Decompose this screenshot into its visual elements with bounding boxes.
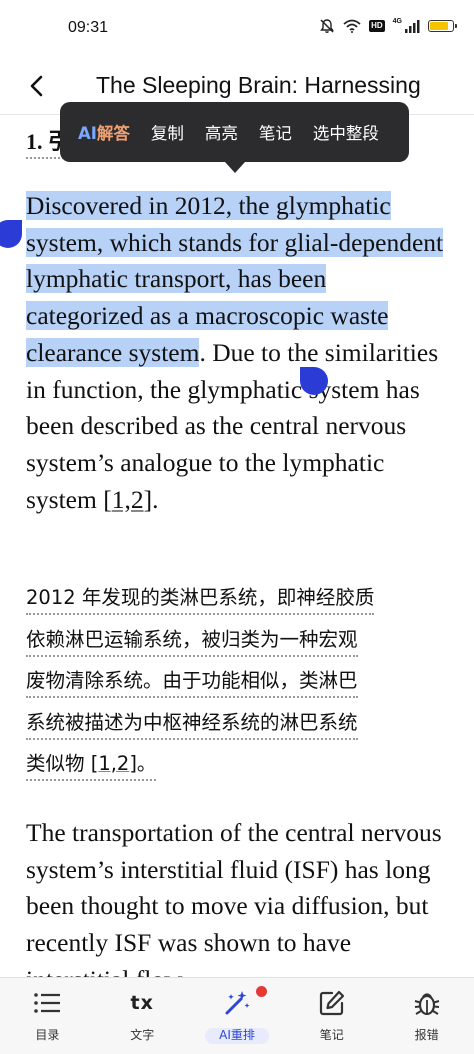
status-time: 09:31 [68,19,109,36]
tab-label: 报错 [414,1028,439,1042]
translation-text-end: ]。 [129,752,157,775]
citation-link[interactable]: 1,2 [98,752,129,775]
english-paragraph-1[interactable]: Discovered in 2012, the glymphatic syste… [26,188,450,518]
translation-line: 类似物 [1,2]。 [26,749,157,781]
mute-icon [320,19,334,33]
translation-line: 2012 年发现的类淋巴系统，即神经胶质 [26,583,375,615]
page-title: The Sleeping Brain: Harnessing [96,72,421,98]
tab-label: 文字 [130,1028,155,1042]
citation-link[interactable]: 1,2 [112,485,144,514]
magic-wand-icon [222,988,252,1018]
back-chevron-icon[interactable] [26,74,48,98]
tab-report-error[interactable]: 报错 [379,978,474,1054]
status-bar: 09:31 HD 4G [0,0,474,58]
edit-note-icon [317,988,347,1018]
article-content[interactable]: 1. 引言 Discovered in 2012, the glymphatic… [0,114,474,977]
highlight-button[interactable]: 高亮 [205,120,238,144]
wifi-icon [343,19,361,33]
translation-line: 依赖淋巴运输系统，被归类为一种宏观 [26,625,358,657]
translation-text: 类似物 [ [26,752,99,775]
signal-icon [405,20,420,33]
text-tx-icon: tx [127,988,157,1018]
notification-dot [256,986,267,997]
english-paragraph-2[interactable]: The transportation of the central nervou… [26,815,450,977]
text-tx-glyph: tx [130,992,154,1014]
tab-text[interactable]: tx 文字 [95,978,190,1054]
selection-context-menu: AI解答 复制 高亮 笔记 选中整段 [60,102,409,173]
ai-answer-button[interactable]: AI解答 [78,120,130,144]
tab-label: 笔记 [319,1028,344,1042]
status-icons: HD 4G [319,17,457,34]
selection-end-handle[interactable] [300,367,328,395]
translation-line: 系统被描述为中枢神经系统的淋巴系统 [26,708,358,740]
battery-icon [428,20,457,32]
tab-label: AI重排 [219,1028,255,1042]
tab-notes[interactable]: 笔记 [284,978,379,1054]
bug-report-icon [412,988,442,1018]
paragraph-text-end: ]. [143,484,159,514]
selection-start-handle[interactable] [0,220,22,248]
translation-line: 废物清除系统。由于功能相似，类淋巴 [26,666,358,698]
tab-label: 目录 [35,1028,60,1042]
battery-fill [430,22,449,30]
tab-ai-reflow[interactable]: AI重排 [190,978,285,1054]
ai-answer-suffix: 解答 [96,124,130,143]
signal-type-label: 4G [392,17,402,25]
bottom-toolbar: 目录 tx 文字 AI重排 笔记 报错 [0,977,474,1054]
select-paragraph-button[interactable]: 选中整段 [313,120,379,144]
ai-answer-prefix: AI [78,124,97,143]
tab-contents[interactable]: 目录 [0,978,95,1054]
chinese-translation-paragraph[interactable]: 2012 年发现的类淋巴系统，即神经胶质 依赖淋巴运输系统，被归类为一种宏观 废… [26,580,450,788]
note-button[interactable]: 笔记 [259,120,292,144]
hd-icon: HD [369,20,385,32]
copy-button[interactable]: 复制 [151,120,184,144]
list-icon [32,988,62,1018]
